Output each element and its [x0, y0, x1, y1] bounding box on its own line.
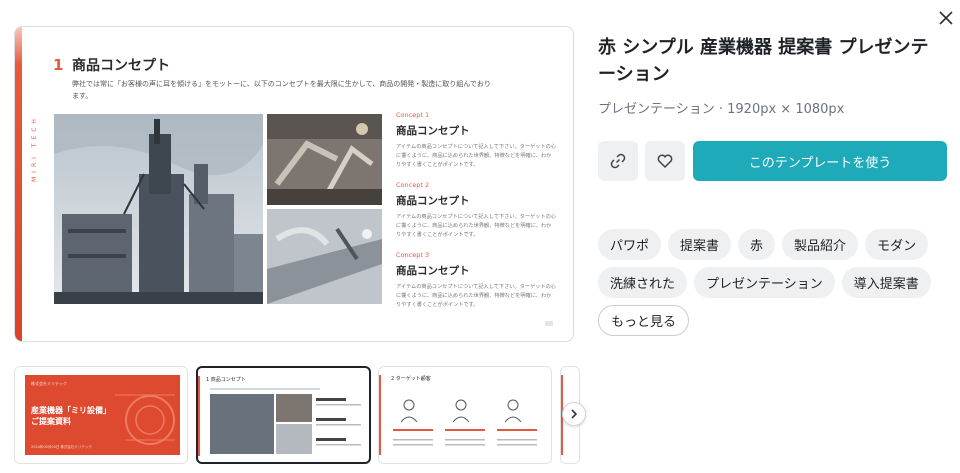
cover-title: 産業機器「ミリ設備」 ご提案資料 — [31, 405, 111, 427]
cover-slide-art: 株式会社ミリテック 産業機器「ミリ設備」 ご提案資料 2024年00月00日 株… — [25, 375, 180, 455]
robot-arm-image — [267, 114, 382, 205]
show-more-tags-button[interactable]: もっと見る — [598, 305, 690, 336]
slide-page-marker — [545, 321, 553, 326]
close-button[interactable] — [934, 6, 958, 30]
favorite-button[interactable] — [645, 141, 685, 181]
template-meta: プレゼンテーション · 1920px × 1080px — [598, 102, 845, 117]
thumbnail-concept-selected[interactable]: 1 商品コンセプト — [196, 366, 371, 464]
thumbnail-cover[interactable]: 株式会社ミリテック 産業機器「ミリ設備」 ご提案資料 2024年00月00日 株… — [14, 366, 188, 464]
factory-tower-image — [54, 114, 263, 304]
slide-description: 弊社では常に「お客様の声に耳を傾ける」をモットーに、以下のコンセプトを最大限に生… — [72, 80, 491, 100]
concept-body: アイテムの商品コンセプトについて記入して下さい。ターゲットの心に響くように、商品… — [396, 144, 556, 168]
concept-label: Concept 2 — [396, 181, 430, 189]
concept-body: アイテムの商品コンセプトについて記入して下さい。ターゲットの心に響くように、商品… — [396, 284, 556, 308]
concept-label: Concept 3 — [396, 251, 430, 259]
tag-chip[interactable]: 提案書 — [668, 229, 732, 260]
tag-chip[interactable]: 洗練された — [598, 267, 688, 298]
target-thumb-art — [379, 375, 537, 455]
slide-number: 1 — [53, 56, 64, 74]
concept-block-1: Concept 1 商品コンセプト アイテムの商品コンセプトについて記入して下さ… — [396, 111, 556, 170]
tag-list: パワポ 提案書 赤 製品紹介 モダン 洗練された プレゼンテーション 導入提案書… — [598, 229, 948, 336]
cover-title-line: ご提案資料 — [31, 417, 71, 426]
use-template-button[interactable]: このテンプレートを使う — [693, 141, 947, 181]
tag-chip[interactable]: モダン — [865, 229, 929, 260]
heart-icon — [657, 154, 673, 169]
template-title: 赤 シンプル 産業機器 提案書 プレゼンテーション — [598, 37, 929, 85]
concept-label: Concept 1 — [396, 111, 430, 119]
cover-title-line: 産業機器「ミリ設備」 — [31, 406, 111, 415]
slide-accent-bar — [15, 27, 22, 341]
conveyor-image — [267, 209, 382, 304]
concept-title: 商品コンセプト — [396, 195, 470, 207]
concept-thumb-art — [198, 376, 361, 456]
tag-chip[interactable]: 赤 — [738, 229, 776, 260]
tag-chip[interactable]: 製品紹介 — [782, 229, 859, 260]
chevron-right-icon — [571, 409, 578, 419]
tag-chip[interactable]: 導入提案書 — [841, 267, 931, 298]
cover-footer: 2024年00月00日 株式会社ミリテック — [31, 445, 92, 449]
concept-block-3: Concept 3 商品コンセプト アイテムの商品コンセプトについて記入して下さ… — [396, 251, 556, 310]
copy-link-button[interactable] — [598, 141, 638, 181]
slide-title: 商品コンセプト — [72, 58, 170, 74]
close-icon — [939, 11, 953, 25]
slide-vertical-brand: MIRI TECH — [31, 115, 38, 182]
concept-block-2: Concept 2 商品コンセプト アイテムの商品コンセプトについて記入して下さ… — [396, 181, 556, 240]
concept-title: 商品コンセプト — [396, 265, 470, 277]
thumbnail-next-button[interactable] — [562, 402, 586, 426]
slide-preview: MIRI TECH 1 商品コンセプト 弊社では常に「お客様の声に耳を傾ける」を… — [14, 26, 574, 342]
tag-chip[interactable]: プレゼンテーション — [694, 267, 835, 298]
thumbnail-target[interactable]: 2 ターゲット顧客 — [378, 366, 552, 464]
cover-brand: 株式会社ミリテック — [31, 381, 67, 386]
concept-body: アイテムの商品コンセプトについて記入して下さい。ターゲットの心に響くように、商品… — [396, 214, 556, 238]
tag-chip[interactable]: パワポ — [598, 229, 662, 260]
link-icon — [610, 153, 626, 169]
concept-title: 商品コンセプト — [396, 125, 470, 137]
